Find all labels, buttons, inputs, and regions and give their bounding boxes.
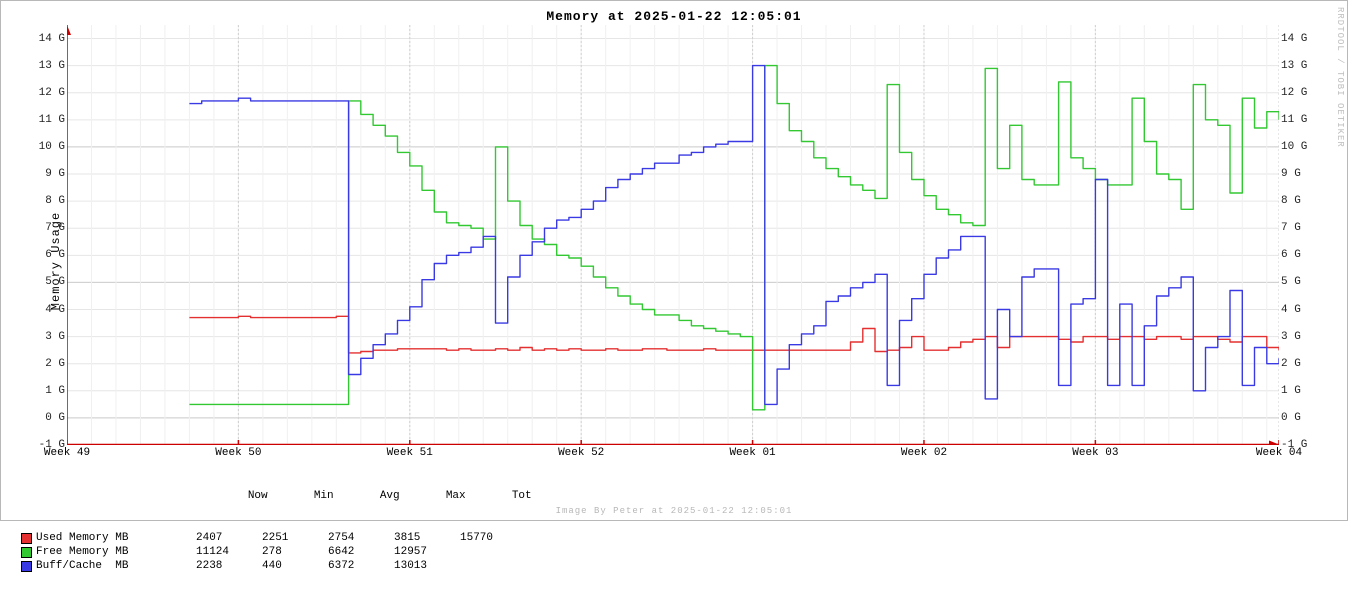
y-tick: 6 G	[1281, 249, 1321, 261]
x-tick: Week 49	[44, 447, 90, 459]
chart-frame: Memory at 2025-01-22 12:05:01 RRDTOOL / …	[0, 0, 1348, 521]
legend-now: 2407	[196, 531, 262, 545]
y-tick: 14 G	[25, 33, 65, 45]
legend-max: 13013	[394, 559, 460, 573]
legend-header-row: NowMinAvgMaxTot	[21, 489, 578, 503]
y-tick: 4 G	[25, 304, 65, 316]
x-tick: Week 52	[558, 447, 604, 459]
y-tick: 9 G	[1281, 168, 1321, 180]
y-axis-ticks-left: -1 G0 G1 G2 G3 G4 G5 G6 G7 G8 G9 G10 G11…	[25, 25, 65, 445]
y-tick: 11 G	[25, 114, 65, 126]
legend-swatch	[21, 561, 32, 572]
y-tick: 8 G	[1281, 195, 1321, 207]
legend: NowMinAvgMaxTot Used Memory MB2407225127…	[21, 461, 578, 601]
y-tick: 14 G	[1281, 33, 1321, 45]
chart-title: Memory at 2025-01-22 12:05:01	[1, 9, 1347, 24]
y-tick: 8 G	[25, 195, 65, 207]
y-tick: 13 G	[25, 60, 65, 72]
y-tick: 1 G	[1281, 385, 1321, 397]
y-tick: 12 G	[1281, 87, 1321, 99]
y-tick: 10 G	[25, 141, 65, 153]
y-tick: 11 G	[1281, 114, 1321, 126]
legend-name: Free Memory MB	[36, 545, 196, 559]
y-tick: 0 G	[25, 412, 65, 424]
legend-min: 2251	[262, 531, 328, 545]
y-tick: 6 G	[25, 249, 65, 261]
y-tick: 10 G	[1281, 141, 1321, 153]
legend-avg: 2754	[328, 531, 394, 545]
legend-swatch	[21, 533, 32, 544]
plot-area	[67, 25, 1279, 445]
y-tick: 12 G	[25, 87, 65, 99]
legend-col-max: Max	[446, 489, 512, 503]
y-tick: 5 G	[1281, 276, 1321, 288]
legend-name: Used Memory MB	[36, 531, 196, 545]
x-tick: Week 02	[901, 447, 947, 459]
y-tick: 5 G	[25, 276, 65, 288]
legend-min: 278	[262, 545, 328, 559]
y-tick: 1 G	[25, 385, 65, 397]
y-axis-ticks-right: -1 G0 G1 G2 G3 G4 G5 G6 G7 G8 G9 G10 G11…	[1281, 25, 1321, 445]
x-tick: Week 04	[1256, 447, 1302, 459]
y-tick: 9 G	[25, 168, 65, 180]
legend-now: 11124	[196, 545, 262, 559]
legend-swatch	[21, 547, 32, 558]
y-tick: 3 G	[25, 331, 65, 343]
y-tick: 13 G	[1281, 60, 1321, 72]
x-axis-ticks: Week 49Week 50Week 51Week 52Week 01Week …	[67, 445, 1279, 461]
legend-row: Used Memory MB240722512754381515770	[21, 531, 578, 545]
y-tick: 2 G	[25, 358, 65, 370]
y-tick: 2 G	[1281, 358, 1321, 370]
legend-min: 440	[262, 559, 328, 573]
x-tick: Week 50	[215, 447, 261, 459]
y-tick: 3 G	[1281, 331, 1321, 343]
legend-avg: 6372	[328, 559, 394, 573]
footer-credit: Image By Peter at 2025-01-22 12:05:01	[1, 506, 1347, 516]
rrd-credit: RRDTOOL / TOBI OETIKER	[1335, 7, 1345, 148]
legend-name: Buff/Cache MB	[36, 559, 196, 573]
legend-col-min: Min	[314, 489, 380, 503]
legend-col-avg: Avg	[380, 489, 446, 503]
legend-avg: 6642	[328, 545, 394, 559]
x-tick: Week 51	[387, 447, 433, 459]
x-tick: Week 03	[1072, 447, 1118, 459]
legend-row: Free Memory MB11124278664212957	[21, 545, 578, 559]
y-tick: 0 G	[1281, 412, 1321, 424]
x-tick: Week 01	[729, 447, 775, 459]
legend-col-now: Now	[248, 489, 314, 503]
legend-max: 12957	[394, 545, 460, 559]
plot-svg	[67, 25, 1279, 445]
legend-max: 3815	[394, 531, 460, 545]
y-tick: 7 G	[1281, 222, 1321, 234]
legend-row: Buff/Cache MB2238440637213013	[21, 559, 578, 573]
legend-col-tot: Tot	[512, 489, 578, 503]
y-tick: 7 G	[25, 222, 65, 234]
legend-tot: 15770	[460, 531, 526, 545]
legend-now: 2238	[196, 559, 262, 573]
y-tick: 4 G	[1281, 304, 1321, 316]
